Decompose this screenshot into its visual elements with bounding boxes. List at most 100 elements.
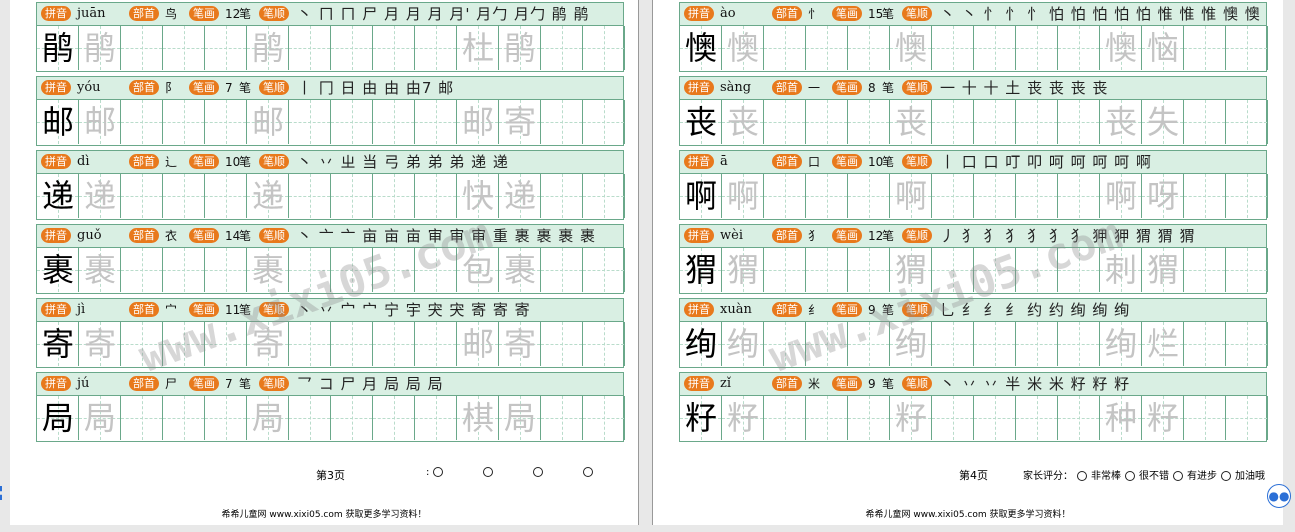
grid-cell[interactable]	[289, 322, 331, 366]
grid-cell[interactable]	[1058, 100, 1100, 144]
grid-cell[interactable]	[289, 396, 331, 440]
grid-cell[interactable]	[415, 174, 457, 218]
grid-cell[interactable]	[583, 100, 625, 144]
grid-cell[interactable]	[764, 26, 806, 70]
grid-cell[interactable]	[974, 396, 1016, 440]
grid-cell[interactable]	[331, 248, 373, 292]
grid-cell[interactable]	[848, 26, 890, 70]
grid-cell[interactable]	[583, 322, 625, 366]
grid-cell[interactable]	[415, 396, 457, 440]
grid-cell[interactable]	[806, 174, 848, 218]
rating-circle[interactable]	[1125, 471, 1135, 481]
grid-cell[interactable]	[974, 26, 1016, 70]
grid-cell[interactable]	[205, 396, 247, 440]
grid-cell[interactable]	[331, 396, 373, 440]
grid-cell[interactable]	[1058, 174, 1100, 218]
grid-cell[interactable]	[373, 396, 415, 440]
grid-cell[interactable]	[121, 26, 163, 70]
grid-cell[interactable]	[974, 174, 1016, 218]
grid-cell[interactable]	[764, 396, 806, 440]
rating-circle[interactable]	[1221, 471, 1231, 481]
grid-cell[interactable]	[1058, 396, 1100, 440]
grid-cell[interactable]	[415, 100, 457, 144]
grid-cell[interactable]	[541, 26, 583, 70]
grid-cell[interactable]	[121, 174, 163, 218]
grid-cell[interactable]	[848, 100, 890, 144]
grid-cell[interactable]	[163, 100, 205, 144]
grid-cell[interactable]	[415, 26, 457, 70]
grid-cell[interactable]	[848, 322, 890, 366]
grid-cell[interactable]	[932, 396, 974, 440]
grid-cell[interactable]	[331, 322, 373, 366]
grid-cell[interactable]	[163, 396, 205, 440]
grid-cell[interactable]	[583, 248, 625, 292]
grid-cell[interactable]	[121, 396, 163, 440]
rating-circle[interactable]	[1077, 471, 1087, 481]
grid-cell[interactable]	[806, 100, 848, 144]
grid-cell[interactable]	[1058, 322, 1100, 366]
grid-cell[interactable]	[1016, 100, 1058, 144]
grid-cell[interactable]	[1226, 26, 1268, 70]
grid-cell[interactable]	[205, 322, 247, 366]
grid-cell[interactable]	[205, 248, 247, 292]
grid-cell[interactable]	[121, 100, 163, 144]
grid-cell[interactable]	[974, 322, 1016, 366]
grid-cell[interactable]	[764, 322, 806, 366]
grid-cell[interactable]	[1016, 396, 1058, 440]
grid-cell[interactable]	[541, 174, 583, 218]
grid-cell[interactable]	[1058, 26, 1100, 70]
grid-cell[interactable]	[1184, 100, 1226, 144]
grid-cell[interactable]	[205, 100, 247, 144]
grid-cell[interactable]	[974, 248, 1016, 292]
grid-cell[interactable]	[541, 322, 583, 366]
grid-cell[interactable]	[806, 248, 848, 292]
grid-cell[interactable]	[373, 174, 415, 218]
grid-cell[interactable]	[1226, 396, 1268, 440]
grid-cell[interactable]	[1226, 248, 1268, 292]
grid-cell[interactable]	[541, 396, 583, 440]
grid-cell[interactable]	[848, 174, 890, 218]
grid-cell[interactable]	[932, 100, 974, 144]
grid-cell[interactable]	[806, 26, 848, 70]
rating-circle[interactable]	[1173, 471, 1183, 481]
grid-cell[interactable]	[415, 248, 457, 292]
grid-cell[interactable]	[289, 26, 331, 70]
grid-cell[interactable]	[205, 26, 247, 70]
rating-circle[interactable]	[483, 467, 494, 477]
grid-cell[interactable]	[932, 26, 974, 70]
grid-cell[interactable]	[1184, 26, 1226, 70]
grid-cell[interactable]	[1226, 174, 1268, 218]
grid-cell[interactable]	[932, 174, 974, 218]
grid-cell[interactable]	[163, 248, 205, 292]
grid-cell[interactable]	[121, 322, 163, 366]
grid-cell[interactable]	[1226, 322, 1268, 366]
grid-cell[interactable]	[205, 174, 247, 218]
grid-cell[interactable]	[764, 174, 806, 218]
grid-cell[interactable]	[373, 322, 415, 366]
grid-cell[interactable]	[541, 100, 583, 144]
grid-cell[interactable]	[932, 322, 974, 366]
grid-cell[interactable]	[331, 26, 373, 70]
grid-cell[interactable]	[1184, 248, 1226, 292]
grid-cell[interactable]	[932, 248, 974, 292]
grid-cell[interactable]	[848, 396, 890, 440]
grid-cell[interactable]	[806, 396, 848, 440]
grid-cell[interactable]	[289, 100, 331, 144]
grid-cell[interactable]	[1016, 322, 1058, 366]
grid-cell[interactable]	[764, 100, 806, 144]
grid-cell[interactable]	[1184, 174, 1226, 218]
grid-cell[interactable]	[289, 248, 331, 292]
grid-cell[interactable]	[974, 100, 1016, 144]
grid-cell[interactable]	[373, 100, 415, 144]
rating-circle[interactable]	[433, 467, 444, 477]
grid-cell[interactable]	[806, 322, 848, 366]
grid-cell[interactable]	[373, 248, 415, 292]
grid-cell[interactable]	[331, 100, 373, 144]
grid-cell[interactable]	[764, 248, 806, 292]
grid-cell[interactable]	[1016, 248, 1058, 292]
grid-cell[interactable]	[541, 248, 583, 292]
grid-cell[interactable]	[1184, 396, 1226, 440]
grid-cell[interactable]	[331, 174, 373, 218]
grid-cell[interactable]	[163, 26, 205, 70]
grid-cell[interactable]	[1016, 174, 1058, 218]
